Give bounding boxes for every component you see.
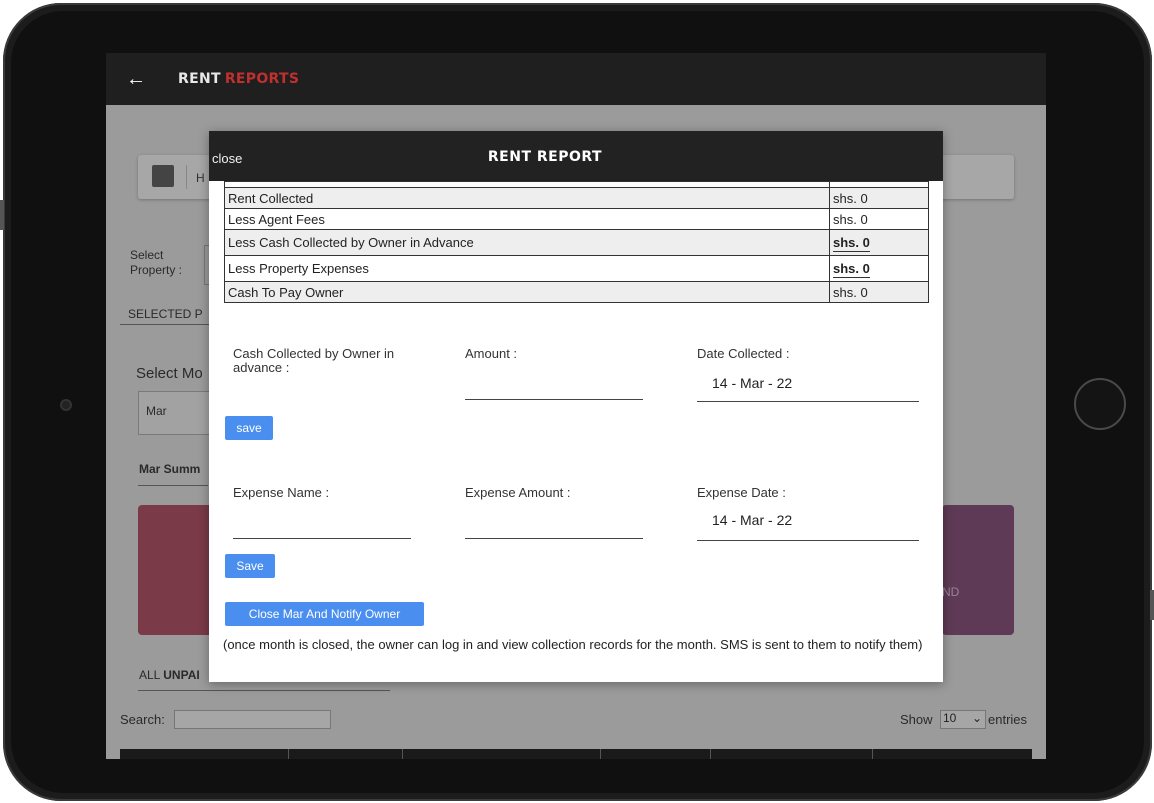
- month-select-value: Mar: [146, 404, 167, 418]
- row-label: Less Cash Collected by Owner in Advance: [224, 229, 830, 256]
- expense-name-label: Expense Name :: [233, 485, 330, 500]
- table-row: Rent Collected shs. 0: [224, 187, 929, 209]
- card-divider: [186, 165, 187, 189]
- all-unpaid-prefix: ALL: [139, 668, 160, 682]
- back-arrow-icon[interactable]: ←: [126, 68, 150, 91]
- row-label: Rent Collected: [224, 187, 830, 209]
- app-title-part1: RENT: [178, 71, 221, 87]
- expense-date-input[interactable]: 14 - Mar - 22: [712, 512, 792, 528]
- camera-icon: [60, 399, 72, 411]
- row-value[interactable]: shs. 0: [833, 235, 870, 252]
- entries-select-value: 10: [943, 711, 957, 725]
- expense-amount-underline: [465, 538, 643, 539]
- divider-line: [120, 324, 210, 325]
- all-unpaid-heading: ALL UNPAI: [139, 668, 200, 682]
- unpaid-underline: [138, 690, 390, 691]
- advance-amount-label: Amount :: [465, 346, 518, 361]
- row-label: Cash To Pay Owner: [224, 281, 830, 303]
- close-month-note: (once month is closed, the owner can log…: [223, 637, 923, 652]
- table-col-divider: [710, 749, 711, 759]
- save-advance-button[interactable]: save: [225, 416, 273, 440]
- report-table: Rent Collected shs. 0 Less Agent Fees sh…: [224, 181, 929, 303]
- app-bar: ← RENT REPORTS: [106, 53, 1046, 105]
- card-text: H: [196, 171, 205, 185]
- expense-name-underline: [233, 538, 411, 539]
- table-row: Less Agent Fees shs. 0: [224, 208, 929, 230]
- chevron-down-icon: ⌄: [971, 711, 982, 725]
- expense-date-label: Expense Date :: [697, 485, 786, 500]
- row-value[interactable]: shs. 0: [833, 261, 870, 278]
- modal-title: RENT REPORT: [487, 149, 603, 165]
- row-value: shs. 0: [829, 208, 929, 230]
- row-value: shs. 0: [829, 281, 929, 303]
- select-property-label-1: Select: [130, 248, 164, 262]
- summary-tile-left[interactable]: [138, 505, 218, 635]
- rent-report-modal: close RENT REPORT Rent Collected shs. 0 …: [209, 131, 943, 682]
- date-collected-underline: [697, 401, 919, 402]
- save-expense-button[interactable]: Save: [225, 554, 275, 578]
- all-unpaid-bold: UNPAI: [163, 668, 200, 682]
- search-input[interactable]: [174, 710, 331, 729]
- summary-underline: [138, 485, 208, 486]
- row-value: shs. 0: [829, 187, 929, 209]
- table-col-divider: [288, 749, 289, 759]
- selected-property-label: SELECTED P: [128, 307, 203, 321]
- home-button[interactable]: [1074, 378, 1126, 430]
- table-row: Less Cash Collected by Owner in Advance …: [224, 229, 929, 256]
- table-col-divider: [402, 749, 403, 759]
- summary-tile-right-text: ND: [942, 585, 960, 599]
- table-header: [120, 749, 1032, 759]
- entries-label: entries: [988, 712, 1028, 727]
- advance-amount-underline: [465, 399, 643, 400]
- app-title: RENT REPORTS: [178, 71, 299, 87]
- advance-label: Cash Collected by Owner in advance :: [233, 346, 395, 375]
- close-month-notify-button[interactable]: Close Mar And Notify Owner: [225, 602, 424, 626]
- table-row: Less Property Expenses shs. 0: [224, 255, 929, 282]
- expense-amount-label: Expense Amount :: [465, 485, 571, 500]
- expense-date-underline: [697, 540, 919, 541]
- row-label: Less Agent Fees: [224, 208, 830, 230]
- date-collected-input[interactable]: 14 - Mar - 22: [712, 375, 792, 391]
- summary-tile-right[interactable]: [942, 505, 1014, 635]
- table-col-divider: [872, 749, 873, 759]
- tablet-side-button-right: [1150, 590, 1154, 620]
- tablet-side-button-left: [0, 200, 4, 230]
- month-summary-heading: Mar Summ: [139, 462, 201, 476]
- search-label: Search:: [120, 712, 165, 727]
- row-label: Less Property Expenses: [224, 255, 830, 282]
- building-icon: [152, 165, 174, 187]
- date-collected-label: Date Collected :: [697, 346, 790, 361]
- modal-header: close RENT REPORT: [209, 131, 943, 181]
- table-col-divider: [600, 749, 601, 759]
- select-property-label-2: Property :: [130, 263, 183, 277]
- app-title-part2: REPORTS: [224, 71, 300, 87]
- show-label: Show: [900, 712, 933, 727]
- row-value-cell: shs. 0: [829, 229, 929, 256]
- select-month-label: Select Mo: [136, 365, 203, 382]
- entries-select[interactable]: 10 ⌄: [940, 710, 986, 729]
- table-row: Cash To Pay Owner shs. 0: [224, 281, 929, 303]
- row-value-cell: shs. 0: [829, 255, 929, 282]
